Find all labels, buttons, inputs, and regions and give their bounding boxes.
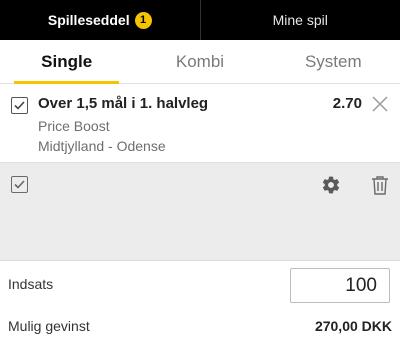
bet-match: Midtjylland - Odense bbox=[38, 138, 166, 154]
checkmark-icon bbox=[14, 101, 25, 110]
select-all-checkbox[interactable] bbox=[11, 176, 28, 193]
stake-label: Indsats bbox=[8, 276, 54, 292]
trash-icon[interactable] bbox=[371, 175, 389, 195]
bet-selection: Over 1,5 mål i 1. halvleg Price Boost Mi… bbox=[0, 85, 400, 163]
betslip-header: Spilleseddel 1 Mine spil bbox=[0, 0, 400, 40]
tab-betslip-label: Spilleseddel bbox=[47, 12, 130, 28]
stake-input[interactable] bbox=[290, 268, 390, 303]
bet-title: Over 1,5 mål i 1. halvleg bbox=[38, 95, 209, 112]
gear-icon[interactable] bbox=[321, 175, 341, 195]
tab-system[interactable]: System bbox=[267, 40, 400, 83]
close-icon[interactable] bbox=[370, 94, 390, 114]
tab-single[interactable]: Single bbox=[0, 40, 133, 84]
betslip-count-badge: 1 bbox=[134, 11, 152, 29]
potential-win-value: 270,00 DKK bbox=[314, 318, 392, 334]
tab-my-bets[interactable]: Mine spil bbox=[199, 0, 400, 40]
bet-tag: Price Boost bbox=[38, 118, 110, 134]
tab-betslip[interactable]: Spilleseddel 1 bbox=[0, 0, 200, 40]
bet-type-tabs: Single Kombi System bbox=[0, 40, 400, 84]
checkmark-icon bbox=[14, 180, 25, 189]
bet-checkbox[interactable] bbox=[11, 97, 28, 114]
tab-kombi[interactable]: Kombi bbox=[133, 40, 266, 83]
bet-odds: 2.70 bbox=[332, 95, 362, 112]
potential-win-label: Mulig gevinst bbox=[8, 318, 90, 334]
tab-my-bets-label: Mine spil bbox=[272, 12, 328, 28]
